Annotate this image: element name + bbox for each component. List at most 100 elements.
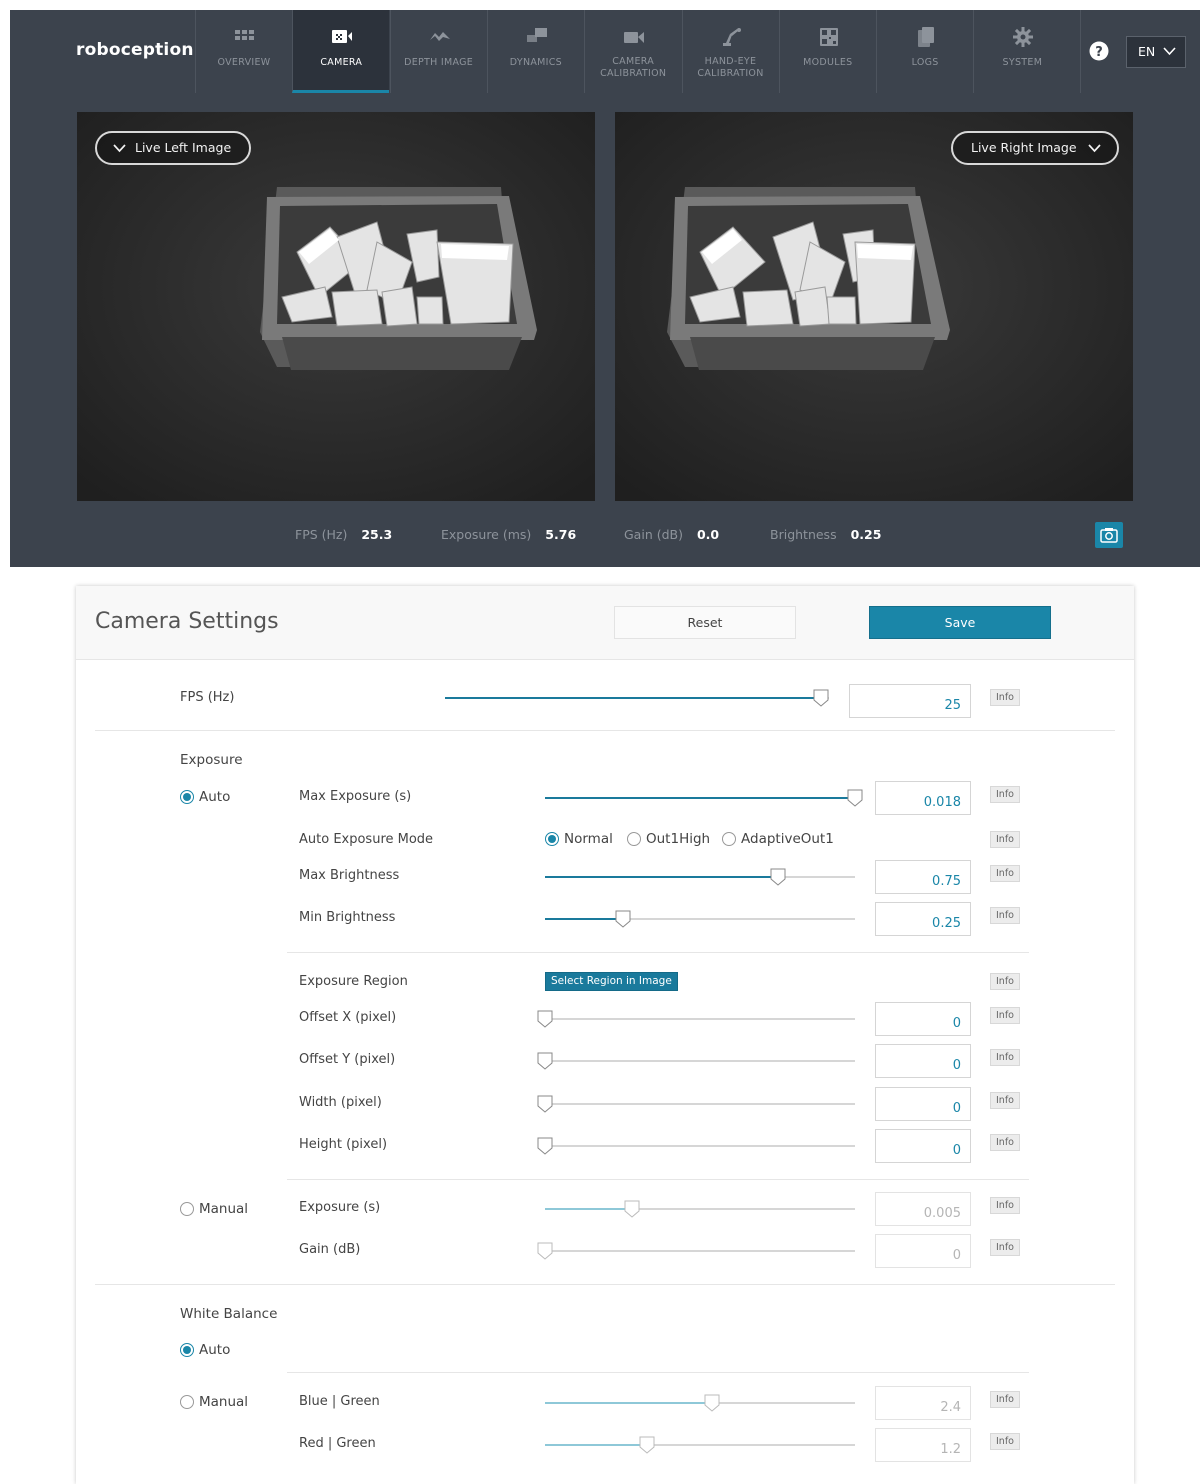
left-image-select[interactable]: Live Left Image: [95, 131, 252, 165]
video-camera-icon: [624, 32, 645, 43]
nav-item-system[interactable]: SYSTEM: [973, 10, 1070, 93]
max-brightness-slider-handle[interactable]: [770, 868, 786, 886]
min-brightness-input[interactable]: 0.25: [875, 902, 971, 936]
max-exposure-slider-handle[interactable]: [847, 789, 863, 807]
manual-gain-info-button[interactable]: Info: [990, 1239, 1020, 1256]
nav-item-camera-calibration[interactable]: CAMERA CALIBRATION: [584, 10, 681, 93]
select-region-button[interactable]: Select Region in Image: [545, 972, 678, 991]
exposure-auto-label: Auto: [199, 789, 231, 805]
min-brightness-slider-handle[interactable]: [615, 910, 631, 928]
width-slider-handle[interactable]: [537, 1095, 553, 1113]
nav-item-camera[interactable]: CAMERA: [292, 10, 390, 93]
offset-y-input[interactable]: 0: [875, 1044, 971, 1078]
manual-exposure-input[interactable]: 0.005: [875, 1192, 971, 1226]
exposure-region-info-button[interactable]: Info: [990, 973, 1020, 990]
height-input[interactable]: 0: [875, 1129, 971, 1163]
height-slider-handle[interactable]: [537, 1137, 553, 1155]
manual-exposure-slider-handle[interactable]: [624, 1200, 640, 1218]
fps-info-button[interactable]: Info: [990, 689, 1020, 706]
nav-divider: [1080, 10, 1081, 93]
auto-exposure-mode-info-button[interactable]: Info: [990, 831, 1020, 848]
help-icon[interactable]: ?: [1089, 41, 1109, 61]
divider: [287, 1372, 1029, 1373]
auto-exposure-mode-out1high-radio[interactable]: [627, 832, 641, 846]
snapshot-button[interactable]: [1095, 522, 1123, 548]
offset-y-slider[interactable]: [537, 1052, 855, 1070]
offset-x-info-button[interactable]: Info: [990, 1007, 1020, 1024]
blue-green-input[interactable]: 2.4: [875, 1386, 971, 1420]
nav-item-logs[interactable]: LOGS: [876, 10, 973, 93]
offset-y-slider-handle[interactable]: [537, 1052, 553, 1070]
auto-exposure-mode-adaptiveout1-radio[interactable]: [722, 832, 736, 846]
height-info-button[interactable]: Info: [990, 1134, 1020, 1151]
right-image-select-label: Live Right Image: [971, 140, 1077, 155]
offset-x-slider-handle[interactable]: [537, 1010, 553, 1028]
manual-gain-slider[interactable]: [537, 1242, 855, 1260]
red-green-slider-handle[interactable]: [639, 1436, 655, 1454]
language-select[interactable]: EN: [1126, 36, 1186, 68]
white-balance-auto-radio[interactable]: [180, 1343, 194, 1357]
gain-stat: Gain (dB) 0.0: [624, 527, 719, 542]
offset-x-input[interactable]: 0: [875, 1002, 971, 1036]
fps-slider-fill: [445, 697, 821, 699]
manual-gain-input[interactable]: 0: [875, 1234, 971, 1268]
save-button[interactable]: Save: [869, 606, 1051, 639]
blue-green-info-button[interactable]: Info: [990, 1391, 1020, 1408]
min-brightness-info-button[interactable]: Info: [990, 907, 1020, 924]
red-green-slider-fill: [545, 1444, 647, 1446]
offset-y-info-button[interactable]: Info: [990, 1049, 1020, 1066]
fps-input[interactable]: 25: [849, 684, 971, 718]
exposure-region-label: Exposure Region: [299, 974, 408, 989]
fps-slider-handle[interactable]: [813, 689, 829, 707]
max-brightness-slider[interactable]: [545, 868, 855, 886]
right-image-select[interactable]: Live Right Image: [951, 131, 1119, 165]
min-brightness-slider[interactable]: [545, 910, 855, 928]
max-brightness-input[interactable]: 0.75: [875, 860, 971, 894]
max-exposure-slider-fill: [545, 797, 855, 799]
exposure-auto-radio[interactable]: [180, 790, 194, 804]
max-exposure-slider[interactable]: [545, 789, 863, 807]
nav-item-label: CAMERA CALIBRATION: [600, 56, 667, 79]
reset-button[interactable]: Reset: [614, 606, 796, 639]
offset-x-slider[interactable]: [537, 1010, 855, 1028]
auto-exposure-mode-normal-radio[interactable]: [545, 832, 559, 846]
blue-green-slider[interactable]: [545, 1394, 855, 1412]
exposure-manual-label: Manual: [199, 1201, 249, 1217]
manual-exposure-slider[interactable]: [545, 1200, 855, 1218]
exposure-manual-radio[interactable]: [180, 1202, 194, 1216]
manual-exposure-info-button[interactable]: Info: [990, 1197, 1020, 1214]
red-green-slider[interactable]: [545, 1436, 855, 1454]
nav-item-label: OVERVIEW: [217, 57, 271, 68]
nav-item-hand-eye-calibration[interactable]: HAND-EYE CALIBRATION: [681, 10, 779, 93]
nav-item-dynamics[interactable]: DYNAMICS: [486, 10, 584, 93]
auto-exposure-mode-out1high-label: Out1High: [646, 831, 711, 847]
max-exposure-info-button[interactable]: Info: [990, 786, 1020, 803]
left-image-select-label: Live Left Image: [135, 140, 232, 155]
max-brightness-info-button[interactable]: Info: [990, 865, 1020, 882]
width-slider[interactable]: [537, 1095, 855, 1113]
nav-item-overview[interactable]: OVERVIEW: [195, 10, 292, 93]
camera-icon: [332, 30, 353, 43]
width-input[interactable]: 0: [875, 1087, 971, 1121]
red-green-input[interactable]: 1.2: [875, 1428, 971, 1462]
fps-slider[interactable]: [445, 689, 829, 707]
max-exposure-input[interactable]: 0.018: [875, 781, 971, 815]
document-icon: [918, 27, 935, 47]
nav-item-modules[interactable]: MODULES: [778, 10, 876, 93]
nav-item-label: SYSTEM: [1002, 57, 1043, 68]
white-balance-manual-radio[interactable]: [180, 1395, 194, 1409]
brightness-stat-value: 0.25: [850, 527, 882, 542]
dynamics-icon: [526, 28, 547, 42]
manual-gain-label: Gain (dB): [299, 1242, 361, 1257]
blue-green-slider-handle[interactable]: [704, 1394, 720, 1412]
height-slider[interactable]: [537, 1137, 855, 1155]
manual-gain-slider-handle[interactable]: [537, 1242, 553, 1260]
qr-code-icon: [819, 28, 838, 46]
camera-snapshot-icon: [1100, 528, 1118, 543]
nav-item-depth-image[interactable]: DEPTH IMAGE: [389, 10, 487, 93]
width-info-button[interactable]: Info: [990, 1092, 1020, 1109]
width-label: Width (pixel): [299, 1095, 382, 1110]
red-green-info-button[interactable]: Info: [990, 1433, 1020, 1450]
chevron-down-icon: [113, 144, 126, 153]
auto-exposure-mode-adaptiveout1-label: AdaptiveOut1: [741, 831, 834, 847]
